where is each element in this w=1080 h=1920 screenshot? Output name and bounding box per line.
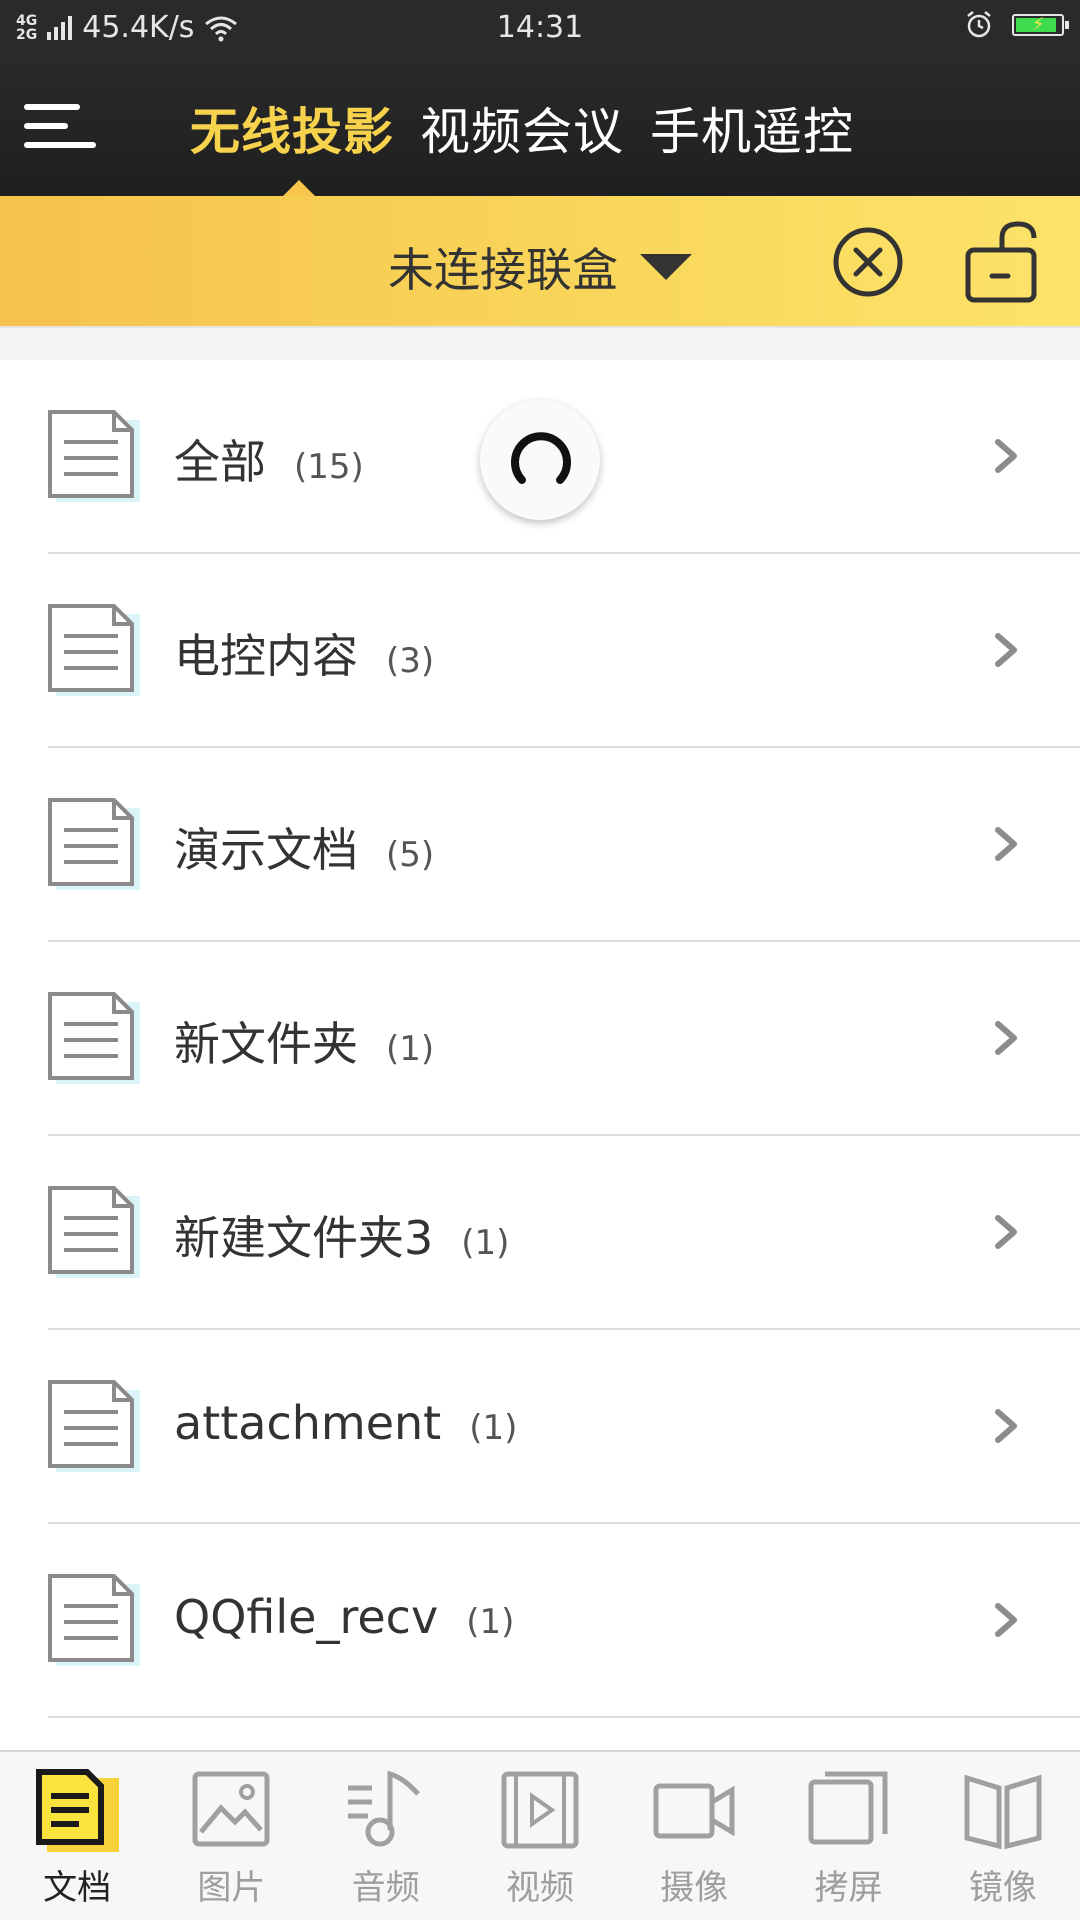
chevron-right-icon bbox=[995, 1409, 1017, 1443]
folder-title: QQfile_recv bbox=[174, 1590, 439, 1644]
folder-name: 演示文档 (5) bbox=[174, 814, 434, 880]
folder-count: (1) bbox=[469, 1408, 518, 1448]
nav-screen-copy[interactable]: 拷屏 bbox=[771, 1752, 925, 1920]
tab-video-conference[interactable]: 视频会议 bbox=[420, 92, 624, 164]
tab-wireless-projection[interactable]: 无线投影 bbox=[190, 92, 394, 164]
tab-phone-remote[interactable]: 手机遥控 bbox=[650, 92, 854, 164]
folder-count: (1) bbox=[466, 1602, 515, 1642]
camera-icon bbox=[653, 1783, 735, 1839]
folder-name: attachment (1) bbox=[174, 1396, 517, 1450]
list-item[interactable]: 电控内容 (3) bbox=[48, 554, 1080, 748]
title-bar: 无线投影 视频会议 手机遥控 bbox=[0, 56, 1080, 196]
bottom-nav: 文档 图片 音频 视频 摄像 拷屏 镜像 bbox=[0, 1750, 1080, 1920]
folder-count: (1) bbox=[386, 1029, 435, 1069]
folder-count: (5) bbox=[386, 835, 435, 875]
folder-title: 电控内容 bbox=[174, 629, 358, 683]
folder-name: QQfile_recv (1) bbox=[174, 1590, 514, 1644]
image-icon bbox=[192, 1771, 270, 1847]
status-time: 14:31 bbox=[496, 10, 584, 45]
folder-title: 新文件夹 bbox=[174, 1017, 358, 1071]
status-right: ⚡ bbox=[964, 10, 1069, 40]
caret-down-icon bbox=[640, 254, 692, 280]
device-selector[interactable]: 未连接联盒 bbox=[388, 234, 692, 300]
unlock-button[interactable] bbox=[964, 220, 1074, 304]
battery-icon: ⚡ bbox=[1012, 14, 1069, 36]
folder-count: (15) bbox=[294, 447, 364, 487]
chevron-right-icon bbox=[995, 1021, 1017, 1055]
mirror-icon bbox=[964, 1774, 1042, 1850]
nav-label: 文档 bbox=[43, 1868, 112, 1908]
nav-label: 图片 bbox=[197, 1868, 266, 1908]
alarm-icon bbox=[967, 11, 991, 38]
status-bar: 4G 2G 45.4K/s 14:31 ⚡ bbox=[0, 0, 1080, 56]
screen-copy-icon bbox=[808, 1771, 888, 1845]
chevron-right-icon bbox=[995, 827, 1017, 861]
loading-spinner-icon bbox=[480, 400, 600, 520]
chevron-right-icon bbox=[995, 1215, 1017, 1249]
folder-document-icon bbox=[48, 992, 140, 1084]
list-item[interactable]: QQfile_recv (1) bbox=[48, 1524, 1080, 1718]
folder-document-icon bbox=[48, 1380, 140, 1472]
folder-list-area: 全部 (15) 电控内容 (3) 演示文档 (5) 新文件夹 (1) 新建文件夹… bbox=[0, 328, 1080, 1750]
folder-document-icon bbox=[48, 798, 140, 890]
list-item[interactable]: 演示文档 (5) bbox=[48, 748, 1080, 942]
connection-bar: 未连接联盒 bbox=[0, 196, 1080, 328]
menu-icon[interactable] bbox=[24, 98, 96, 154]
folder-title: 新建文件夹3 bbox=[174, 1211, 434, 1265]
folder-name: 电控内容 (3) bbox=[174, 620, 434, 686]
nav-images[interactable]: 图片 bbox=[154, 1752, 308, 1920]
folder-document-icon bbox=[48, 1574, 140, 1666]
chevron-right-icon bbox=[995, 439, 1017, 473]
folder-name: 新建文件夹3 (1) bbox=[174, 1202, 509, 1268]
folder-count: (1) bbox=[461, 1223, 510, 1263]
video-file-icon bbox=[501, 1771, 579, 1849]
music-icon bbox=[347, 1770, 420, 1847]
connection-status-label: 未连接联盒 bbox=[388, 243, 618, 297]
disconnect-button[interactable] bbox=[832, 226, 904, 298]
nav-video[interactable]: 视频 bbox=[463, 1752, 617, 1920]
chevron-right-icon bbox=[995, 633, 1017, 667]
folder-count: (3) bbox=[386, 641, 435, 681]
list-item[interactable]: 新文件夹 (1) bbox=[48, 942, 1080, 1136]
list-item[interactable]: attachment (1) bbox=[48, 1330, 1080, 1524]
nav-audio[interactable]: 音频 bbox=[309, 1752, 463, 1920]
folder-document-icon bbox=[48, 604, 140, 696]
folder-title: 演示文档 bbox=[174, 823, 358, 877]
nav-label: 镜像 bbox=[968, 1868, 1037, 1908]
list-item[interactable]: 新建文件夹3 (1) bbox=[48, 1136, 1080, 1330]
active-tab-pointer bbox=[283, 180, 315, 196]
nav-label: 摄像 bbox=[660, 1868, 729, 1908]
folder-name: 新文件夹 (1) bbox=[174, 1008, 434, 1074]
folder-list: 全部 (15) 电控内容 (3) 演示文档 (5) 新文件夹 (1) 新建文件夹… bbox=[0, 360, 1080, 1750]
top-tabs: 无线投影 视频会议 手机遥控 bbox=[190, 92, 854, 164]
nav-label: 视频 bbox=[505, 1868, 574, 1908]
folder-title: 全部 bbox=[174, 435, 266, 489]
chevron-right-icon bbox=[995, 1603, 1017, 1637]
folder-name: 全部 (15) bbox=[174, 426, 364, 492]
folder-document-icon bbox=[48, 1186, 140, 1278]
nav-mirror[interactable]: 镜像 bbox=[926, 1752, 1080, 1920]
document-icon bbox=[36, 1769, 120, 1852]
nav-camera[interactable]: 摄像 bbox=[617, 1752, 771, 1920]
folder-document-icon bbox=[48, 410, 140, 502]
folder-title: attachment bbox=[174, 1396, 442, 1450]
nav-label: 音频 bbox=[351, 1868, 420, 1908]
nav-label: 拷屏 bbox=[814, 1868, 883, 1908]
nav-documents[interactable]: 文档 bbox=[0, 1752, 154, 1920]
